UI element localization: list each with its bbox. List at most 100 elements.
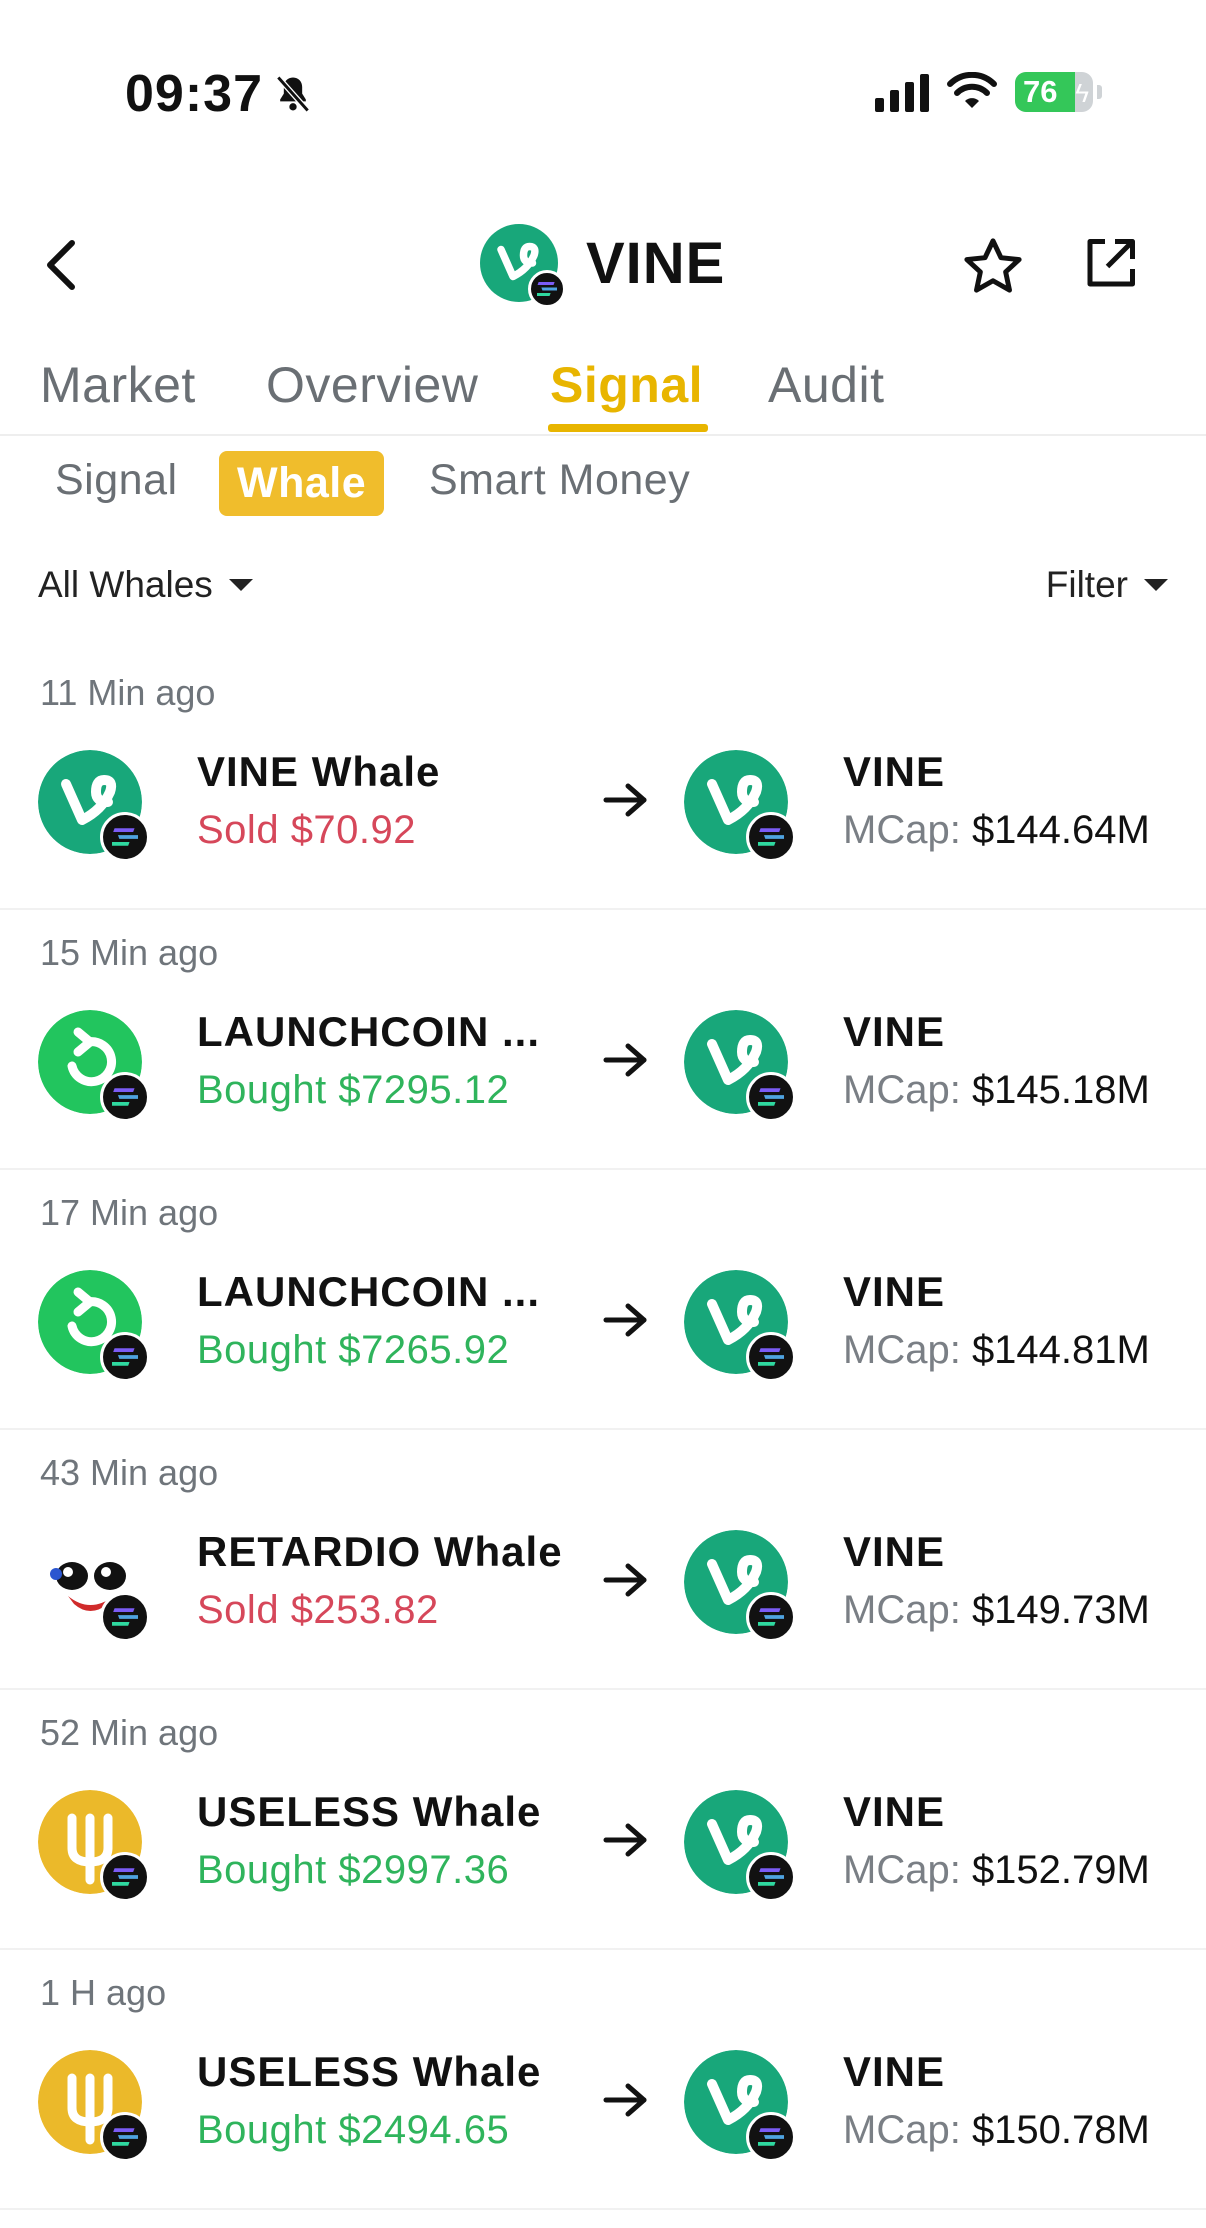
mcap-label: MCap: (843, 1588, 961, 1632)
trade-action: Sold $253.82 (197, 1588, 439, 1633)
time-ago: 11 Min ago (40, 672, 216, 713)
subtab-signal[interactable]: Signal (55, 456, 178, 505)
target-token-name: VINE (843, 2048, 946, 2095)
wifi-icon (947, 72, 997, 108)
active-tab-indicator (548, 424, 708, 432)
vine-logo-icon (684, 1010, 796, 1122)
token-title: VINE (480, 224, 726, 308)
whale-filter-dropdown[interactable]: All Whales (38, 564, 253, 606)
trade-type: Bought (197, 2108, 327, 2152)
vine-logo-icon (38, 750, 150, 862)
market-cap: MCap: $145.18M (843, 1068, 1150, 1113)
trade-action: Bought $7295.12 (197, 1068, 509, 1113)
whale-signal-row[interactable]: 52 Min ago USELESS Whale Bought $2997.36 VI… (0, 1690, 1206, 1950)
main-tabs: Market Overview Signal Audit (0, 350, 1206, 436)
arrow-right-icon (603, 2083, 647, 2117)
filter-dropdown[interactable]: Filter (1046, 564, 1168, 606)
arrow-right-icon (603, 1303, 647, 1337)
whale-filter-label: All Whales (38, 564, 213, 605)
useless-logo-icon (38, 2050, 150, 2162)
subtab-smart-money[interactable]: Smart Money (429, 456, 690, 505)
vine-logo-icon (684, 1530, 796, 1642)
whale-feed: 11 Min ago VINE Whale Sold $70.92 VINE MCap:… (0, 650, 1206, 2210)
tab-overview[interactable]: Overview (266, 356, 478, 414)
trade-action: Bought $2494.65 (197, 2108, 509, 2153)
page-title: VINE (586, 230, 726, 296)
whale-signal-row[interactable]: 43 Min ago RETARDIO Whale Sold $253.82 VINE… (0, 1430, 1206, 1690)
mcap-value: $144.64M (971, 808, 1150, 852)
trade-type: Sold (197, 808, 280, 852)
time-ago: 1 H ago (40, 1972, 167, 2013)
mcap-label: MCap: (843, 2108, 961, 2152)
market-cap: MCap: $150.78M (843, 2108, 1150, 2153)
target-token-name: VINE (843, 1788, 946, 1835)
target-token-name: VINE (843, 1268, 946, 1315)
retardio-logo-icon (38, 1530, 150, 1642)
mcap-label: MCap: (843, 808, 961, 852)
arrow-right-icon (603, 783, 647, 817)
arrow-right-icon (603, 1823, 647, 1857)
whale-signal-row[interactable]: 17 Min ago LAUNCHCOIN ... Bought $7265.92 V… (0, 1170, 1206, 1430)
mcap-value: $145.18M (971, 1068, 1150, 1112)
status-bar: 09:37 76 ϟ (0, 0, 1206, 190)
solana-chain-icon (100, 1592, 150, 1642)
target-token-name: VINE (843, 1528, 946, 1575)
market-cap: MCap: $149.73M (843, 1588, 1150, 1633)
solana-chain-icon (746, 1332, 796, 1382)
useless-logo-icon (38, 1790, 150, 1902)
trade-amount: $2997.36 (338, 1848, 510, 1892)
trade-amount: $253.82 (290, 1588, 439, 1632)
solana-chain-icon (100, 1332, 150, 1382)
battery-cap (1097, 85, 1102, 99)
market-cap: MCap: $144.64M (843, 808, 1150, 853)
whale-name: USELESS Whale (197, 2048, 542, 2095)
whale-signal-row[interactable]: 15 Min ago LAUNCHCOIN ... Bought $7295.12 V… (0, 910, 1206, 1170)
header: VINE (0, 210, 1206, 320)
solana-chain-icon (100, 1072, 150, 1122)
solana-chain-icon (100, 812, 150, 862)
vine-logo-icon (684, 2050, 796, 2162)
subtab-whale[interactable]: Whale (219, 451, 385, 516)
caret-down-icon (1144, 579, 1168, 591)
mcap-value: $152.79M (971, 1848, 1150, 1892)
whale-signal-row[interactable]: 11 Min ago VINE Whale Sold $70.92 VINE MCap:… (0, 650, 1206, 910)
whale-name: USELESS Whale (197, 1788, 542, 1835)
whale-name: RETARDIO Whale (197, 1528, 563, 1575)
vine-logo-icon (684, 1270, 796, 1382)
back-button[interactable] (30, 230, 90, 300)
vine-logo-icon (684, 750, 796, 862)
trade-amount: $7295.12 (338, 1068, 510, 1112)
arrow-right-icon (603, 1043, 647, 1077)
sub-tabs: Signal Whale Smart Money (0, 448, 1206, 528)
tab-market[interactable]: Market (40, 356, 196, 414)
favorite-button[interactable] (960, 234, 1026, 300)
whale-name: LAUNCHCOIN ... (197, 1268, 540, 1315)
whale-signal-row[interactable]: 1 H ago USELESS Whale Bought $2494.65 VINE M… (0, 1950, 1206, 2210)
trade-type: Bought (197, 1068, 327, 1112)
star-icon (964, 238, 1022, 293)
cellular-signal-icon (875, 72, 929, 112)
vine-logo-icon (684, 1790, 796, 1902)
trade-amount: $2494.65 (338, 2108, 510, 2152)
tab-signal[interactable]: Signal (550, 356, 703, 414)
whale-name: VINE Whale (197, 748, 441, 795)
target-token-name: VINE (843, 748, 946, 795)
trade-type: Bought (197, 1848, 327, 1892)
trade-amount: $7265.92 (338, 1328, 510, 1372)
trade-amount: $70.92 (290, 808, 417, 852)
solana-chain-icon (100, 2112, 150, 2162)
whale-name: LAUNCHCOIN ... (197, 1008, 540, 1055)
share-button[interactable] (1080, 234, 1140, 294)
time-ago: 52 Min ago (40, 1712, 219, 1753)
trade-type: Bought (197, 1328, 327, 1372)
mcap-label: MCap: (843, 1328, 961, 1372)
mcap-value: $150.78M (971, 2108, 1150, 2152)
status-time: 09:37 (125, 64, 315, 124)
arrow-right-icon (603, 1563, 647, 1597)
solana-chain-icon (746, 1852, 796, 1902)
tab-audit[interactable]: Audit (768, 356, 884, 414)
time-ago: 17 Min ago (40, 1192, 219, 1233)
back-chevron-icon (47, 240, 75, 290)
share-icon (1087, 239, 1135, 287)
mcap-label: MCap: (843, 1068, 961, 1112)
